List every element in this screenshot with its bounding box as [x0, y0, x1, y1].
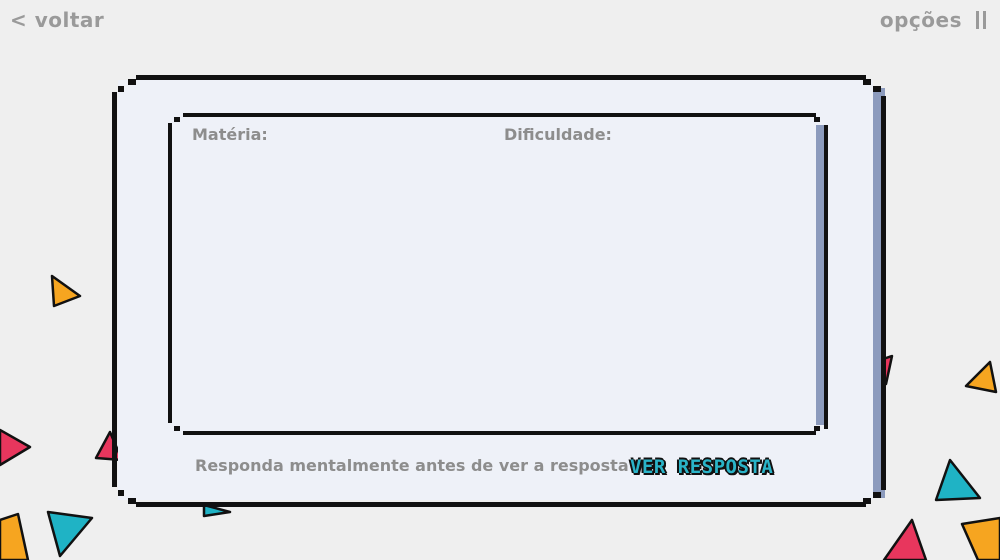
confetti-triangle	[964, 360, 998, 394]
confetti-triangle	[50, 274, 82, 308]
confetti-triangle	[960, 516, 1000, 560]
answer-hint: Responda mentalmente antes de ver a resp…	[195, 456, 629, 475]
confetti-triangle	[934, 458, 982, 502]
confetti-triangle	[0, 512, 30, 560]
confetti-triangle	[882, 518, 928, 560]
reveal-answer-button[interactable]: VER RESPOSTA	[630, 456, 773, 478]
confetti-triangle	[0, 428, 32, 467]
question-area	[168, 113, 828, 435]
confetti-triangle	[46, 510, 94, 558]
difficulty-label: Dificuldade:	[504, 125, 612, 144]
subject-label: Matéria:	[192, 125, 268, 144]
